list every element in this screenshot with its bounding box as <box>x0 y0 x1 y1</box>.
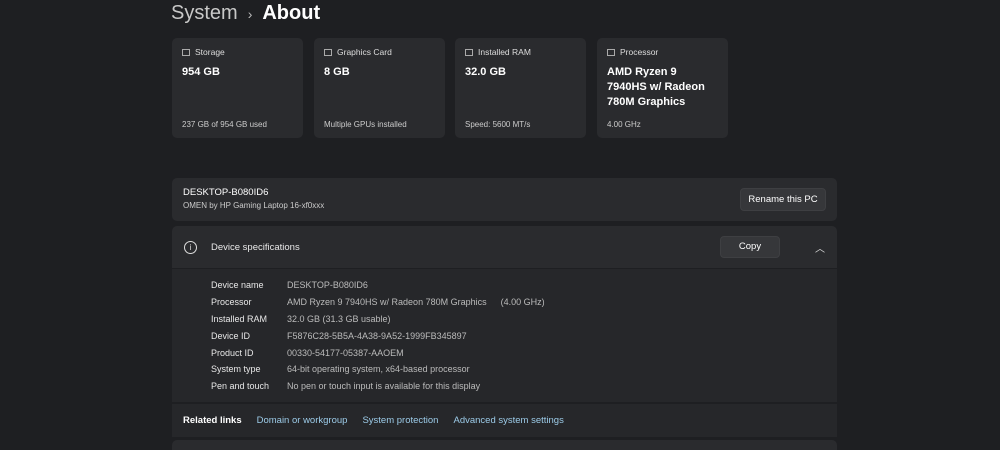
graphics-card-card: Graphics Card 8 GB Multiple GPUs install… <box>314 38 445 138</box>
device-specifications-body: Device name DESKTOP-B080ID6 Processor AMD … <box>172 269 837 402</box>
related-links-label: Related links <box>183 415 242 426</box>
card-label: Storage <box>195 47 225 57</box>
card-value: AMD Ryzen 9 7940HS w/ Radeon 780M Graphi… <box>607 66 705 108</box>
device-specifications-header[interactable]: i Device specifications Copy ︿ <box>172 226 837 268</box>
spec-row: Processor AMD Ryzen 9 7940HS w/ Radeon 78… <box>172 294 837 311</box>
spec-key: System type <box>211 364 261 375</box>
spec-value: 64-bit operating system, x64-based proce… <box>287 364 470 375</box>
graphics-card-icon <box>324 48 332 56</box>
spec-value: F5876C28-5B5A-4A38-9A52-1999FB345897 <box>287 330 467 341</box>
spec-row: Installed RAM 32.0 GB (31.3 GB usable) <box>172 311 837 328</box>
advanced-system-settings-link[interactable]: Advanced system settings <box>453 415 563 426</box>
spec-value: 00330-54177-05387-AAOEM <box>287 347 404 358</box>
spec-row: Device ID F5876C28-5B5A-4A38-9A52-1999FB3… <box>172 327 837 344</box>
ram-icon <box>465 48 473 56</box>
spec-value: No pen or touch input is available for t… <box>287 381 481 392</box>
section-title: Device specifications <box>211 241 300 253</box>
spec-key: Processor <box>211 297 252 308</box>
card-label: Installed RAM <box>478 47 531 57</box>
spec-key: Device ID <box>211 330 251 341</box>
spec-key: Pen and touch <box>211 381 270 392</box>
spec-row: System type 64-bit operating system, x64-… <box>172 361 837 378</box>
processor-card: Processor AMD Ryzen 9 7940HS w/ Radeon 7… <box>597 38 728 138</box>
domain-workgroup-link[interactable]: Domain or workgroup <box>257 415 348 426</box>
card-label: Graphics Card <box>337 47 392 57</box>
spec-value: 32.0 GB (31.3 GB usable) <box>287 313 391 324</box>
chevron-right-icon: › <box>247 5 253 22</box>
system-protection-link[interactable]: System protection <box>362 415 438 426</box>
page-title: About <box>262 2 321 24</box>
spec-row: Product ID 00330-54177-05387-AAOEM <box>172 344 837 361</box>
card-value: 954 GB <box>182 66 220 78</box>
spec-value: DESKTOP-B080ID6 <box>287 280 368 291</box>
storage-card: Storage 954 GB 237 GB of 954 GB used <box>172 38 303 138</box>
pc-name-row: DESKTOP-B080ID6 OMEN by HP Gaming Laptop… <box>172 178 837 221</box>
pc-name: DESKTOP-B080ID6 <box>183 187 269 198</box>
card-sub: Speed: 5600 MT/s <box>465 120 531 129</box>
ram-card: Installed RAM 32.0 GB Speed: 5600 MT/s <box>455 38 586 138</box>
spec-key: Device name <box>211 280 264 291</box>
card-sub: 237 GB of 954 GB used <box>182 120 267 129</box>
card-label: Processor <box>620 47 659 57</box>
card-value: 32.0 GB <box>465 66 506 78</box>
spec-key: Installed RAM <box>211 313 268 324</box>
spec-key: Product ID <box>211 347 254 358</box>
related-links: Related links Domain or workgroup System… <box>172 403 837 437</box>
spec-value-extra: (4.00 GHz) <box>500 297 545 308</box>
breadcrumb-system[interactable]: System <box>171 2 238 25</box>
spec-value: AMD Ryzen 9 7940HS w/ Radeon 780M Graphi… <box>287 297 487 308</box>
next-section <box>172 440 837 450</box>
copy-button[interactable]: Copy <box>720 236 780 258</box>
card-sub: 4.00 GHz <box>607 120 641 129</box>
card-sub: Multiple GPUs installed <box>324 120 407 129</box>
chevron-up-icon[interactable]: ︿ <box>815 240 825 255</box>
breadcrumb: System › About <box>171 2 320 25</box>
info-icon: i <box>184 240 197 254</box>
spec-row: Pen and touch No pen or touch input is av… <box>172 378 837 395</box>
processor-icon <box>607 48 615 56</box>
storage-icon <box>182 48 190 56</box>
pc-model: OMEN by HP Gaming Laptop 16-xf0xxx <box>183 201 325 210</box>
rename-pc-button[interactable]: Rename this PC <box>740 188 826 211</box>
card-value: 8 GB <box>324 66 350 78</box>
spec-row: Device name DESKTOP-B080ID6 <box>172 277 837 294</box>
